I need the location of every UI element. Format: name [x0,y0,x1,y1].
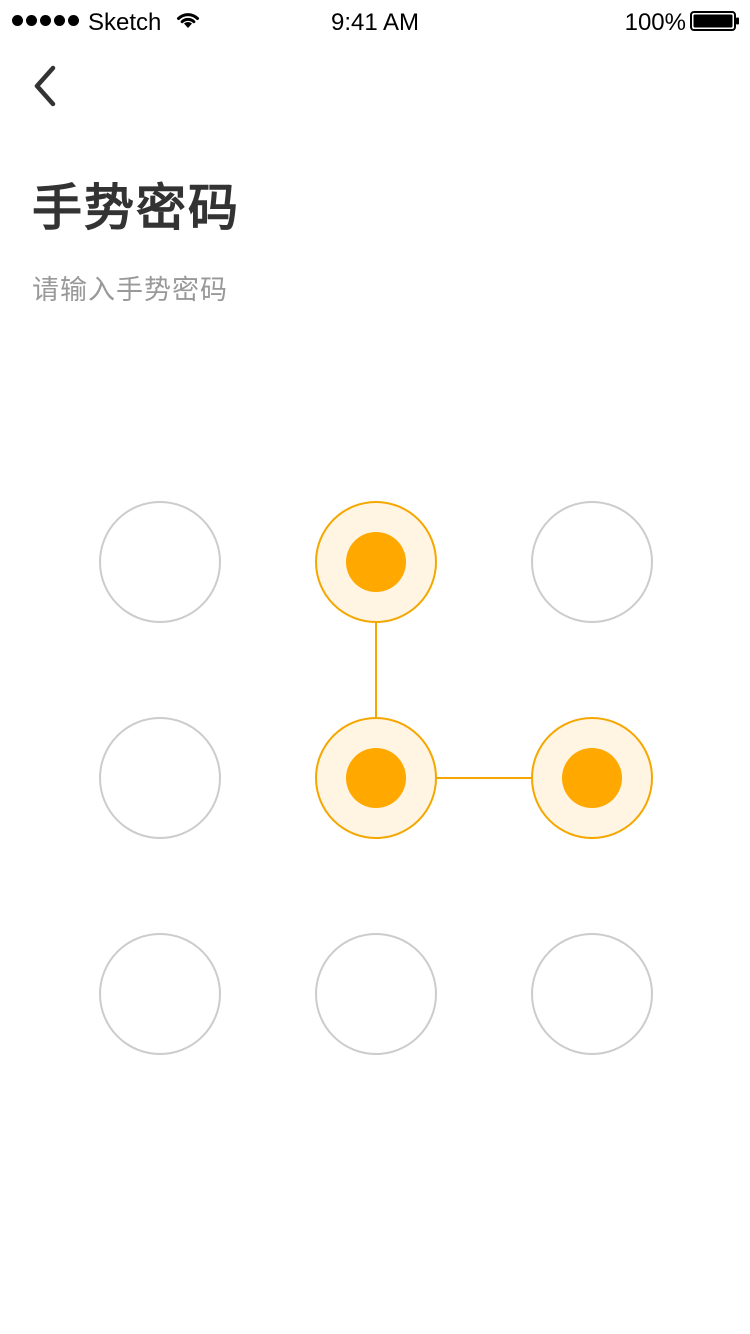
gesture-node-9[interactable] [531,933,653,1055]
gesture-node-3[interactable] [531,501,653,623]
page-subtitle: 请输入手势密码 [32,275,228,306]
gesture-node-ring [99,717,221,839]
battery-icon [690,11,739,31]
battery-percentage: 100% [624,9,686,36]
chevron-left-icon [34,65,56,107]
gesture-node-dot [346,532,406,592]
gesture-node-ring [531,933,653,1055]
gesture-node-dot [346,748,406,808]
gesture-node-2[interactable] [315,501,437,623]
gesture-node-4[interactable] [99,717,221,839]
gesture-node-ring [99,501,221,623]
gesture-node-7[interactable] [99,933,221,1055]
gesture-node-8[interactable] [315,933,437,1055]
gesture-node-ring [531,501,653,623]
gesture-node-5[interactable] [315,717,437,839]
status-bar: Sketch 9:41 AM 100% [0,0,750,44]
gesture-node-ring [99,933,221,1055]
gesture-node-6[interactable] [531,717,653,839]
page-title: 手势密码 [32,179,240,237]
gesture-node-dot [562,748,622,808]
gesture-node-ring [315,933,437,1055]
gesture-node-1[interactable] [99,501,221,623]
back-button[interactable] [22,58,66,114]
